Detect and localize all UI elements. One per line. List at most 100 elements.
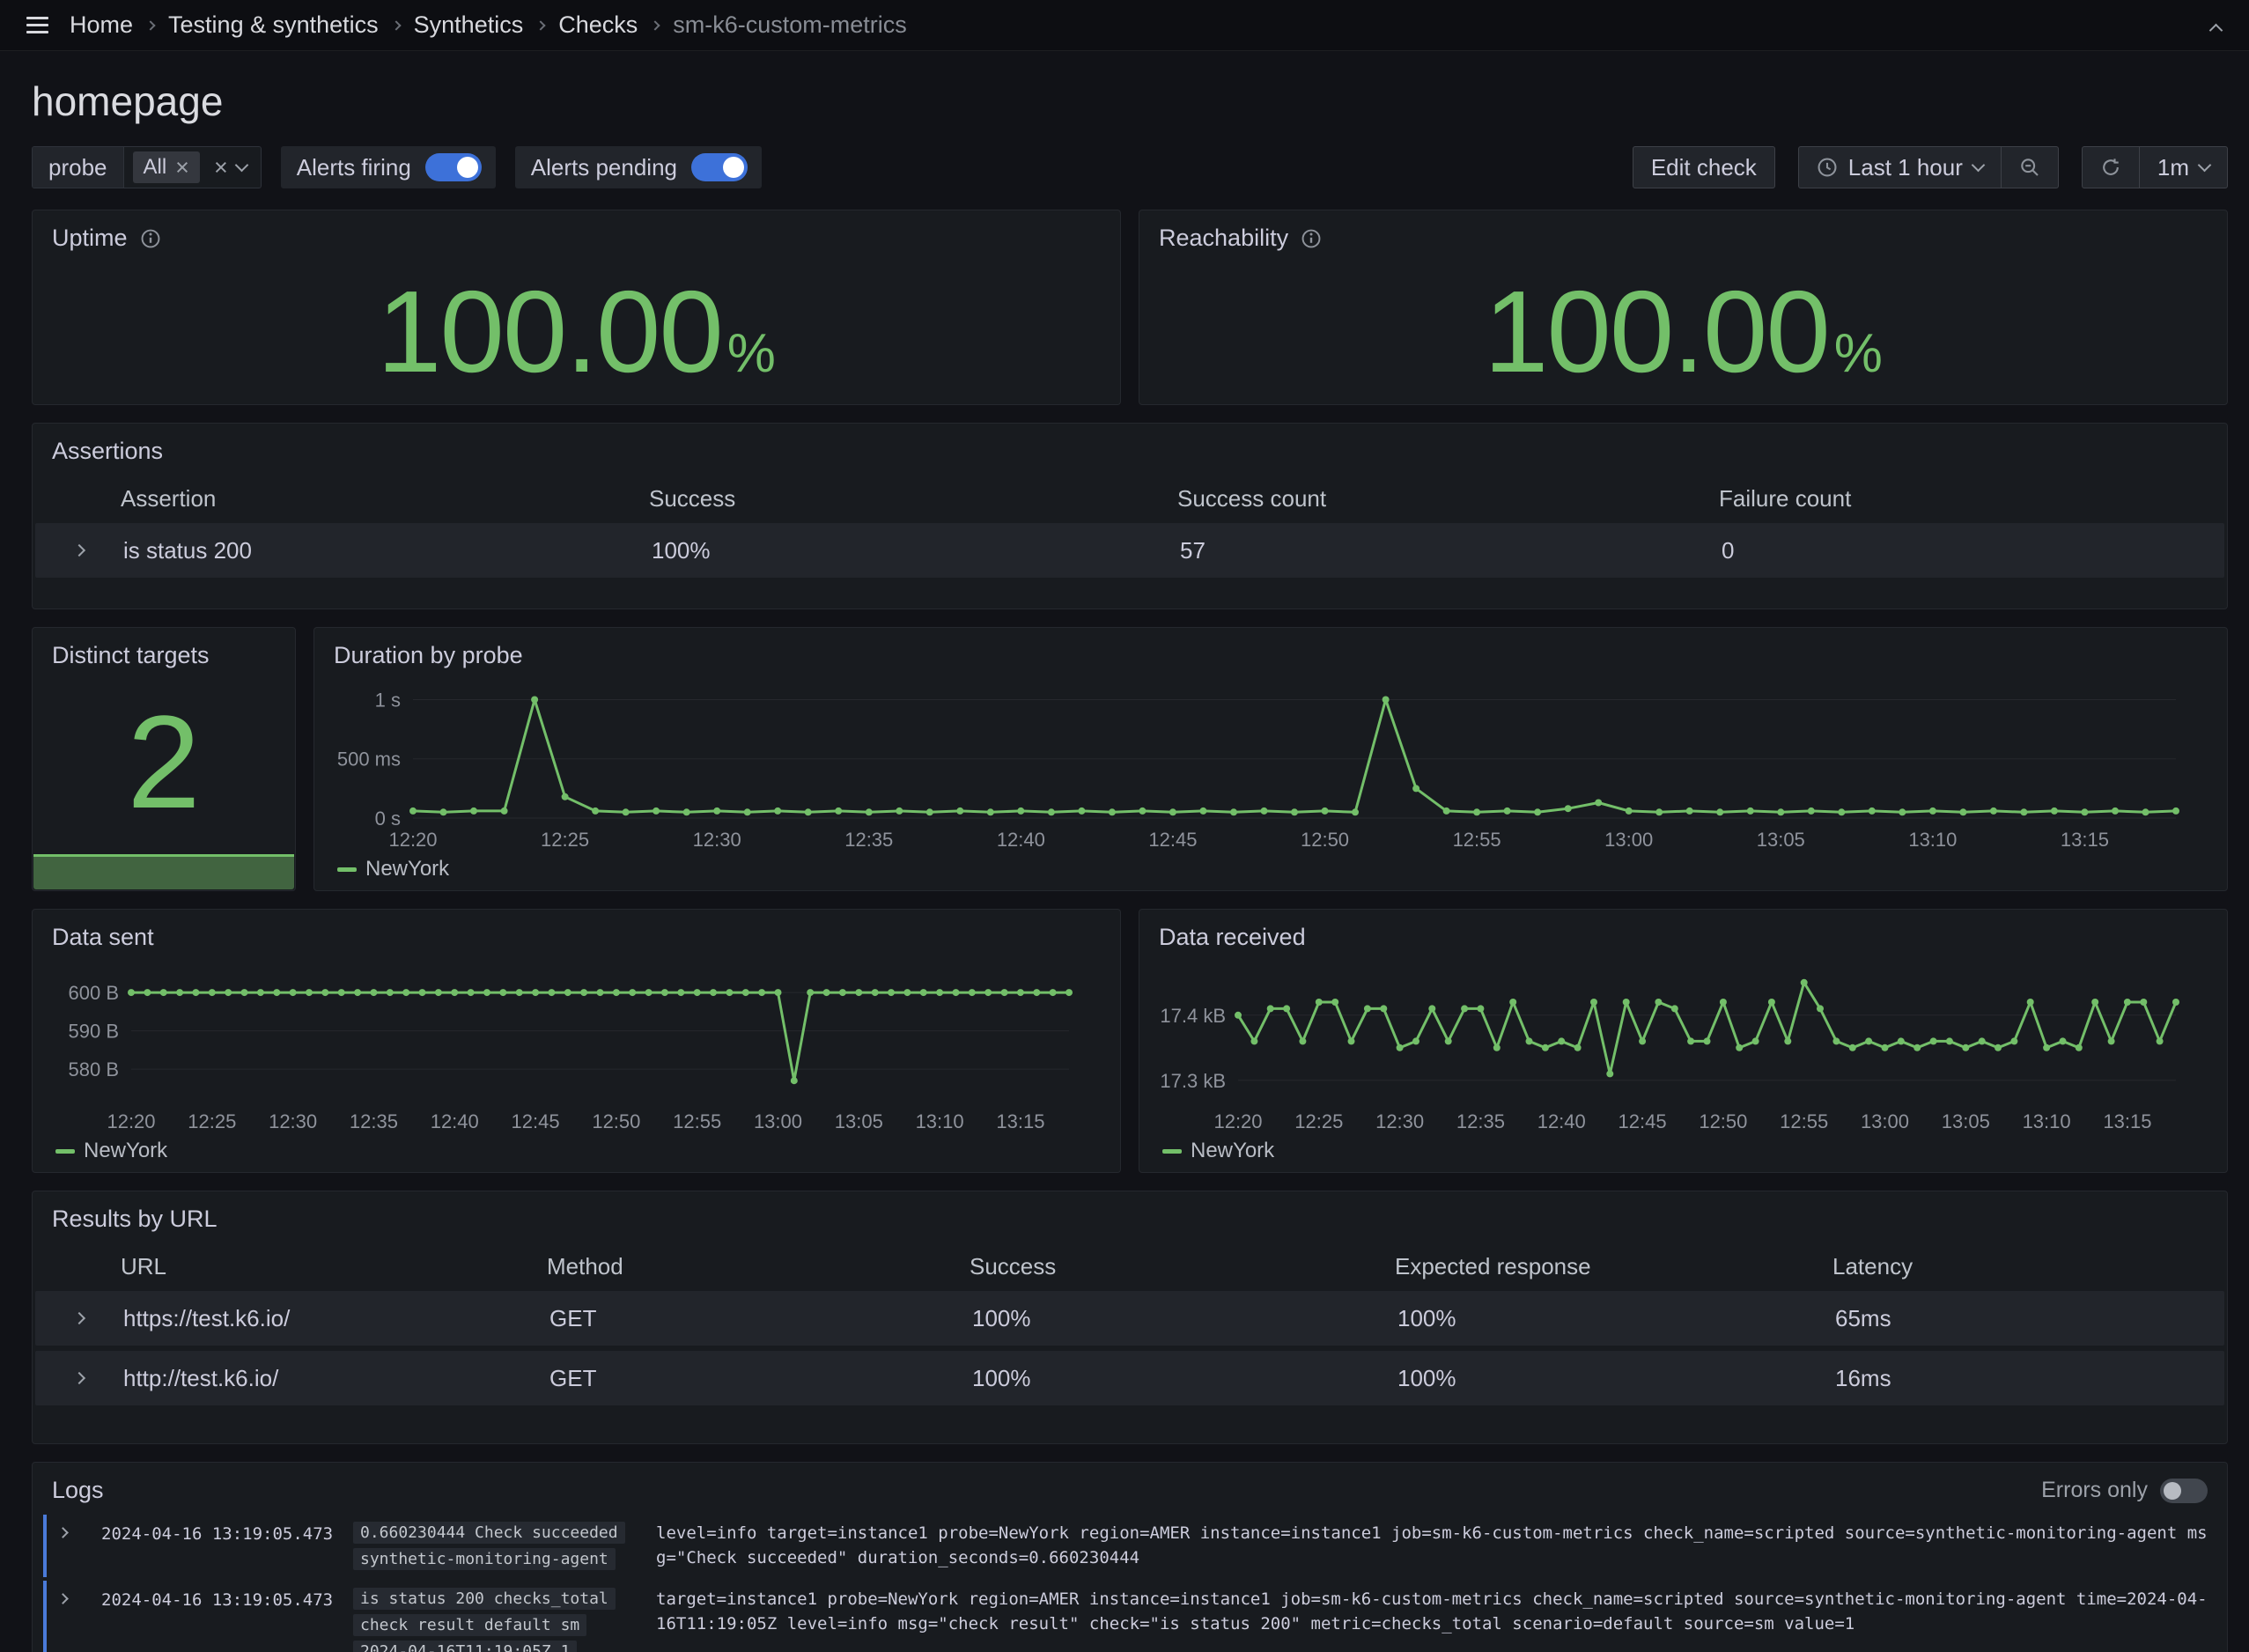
log-detected-fields: 0.660230444 Check succeededsynthetic-mon…: [353, 1522, 644, 1570]
breadcrumb-item[interactable]: Checks: [558, 11, 638, 39]
series-name[interactable]: NewYork: [1191, 1139, 1274, 1163]
panel-header: Results by URL: [33, 1191, 2227, 1242]
zoom-out-icon: [2019, 157, 2040, 178]
log-detected-fields: is status 200 checks_totalcheck result d…: [353, 1588, 644, 1652]
alerts-pending-control: Alerts pending: [515, 146, 762, 188]
chart-legend[interactable]: NewYork: [55, 1139, 167, 1163]
panel-title-text: Assertions: [52, 438, 163, 465]
assertions-table-row[interactable]: is status 200100%570: [35, 523, 2224, 578]
info-icon[interactable]: [1301, 228, 1322, 249]
svg-text:12:25: 12:25: [188, 1110, 236, 1132]
svg-text:12:50: 12:50: [1301, 829, 1349, 850]
svg-text:12:45: 12:45: [1619, 1110, 1667, 1132]
uptime-unit: %: [727, 322, 776, 385]
edit-check-button[interactable]: Edit check: [1633, 146, 1775, 188]
panel-header: Distinct targets: [33, 628, 295, 678]
logs-panel: Logs Errors only 2024-04-16 13:19:05.473…: [32, 1462, 2228, 1652]
expand-row-icon[interactable]: [73, 1372, 85, 1384]
svg-text:12:20: 12:20: [388, 829, 437, 850]
svg-text:12:35: 12:35: [844, 829, 893, 850]
panel-header: Duration by probe: [314, 628, 2227, 678]
cell-success: 100%: [652, 537, 1180, 564]
reachability-unit: %: [1834, 322, 1883, 385]
top-nav: Home Testing & synthetics Synthetics Checks…: [0, 0, 2249, 51]
svg-text:13:10: 13:10: [2023, 1110, 2071, 1132]
table-header: Assertion Success Success count Failure …: [33, 474, 2227, 523]
chart-canvas[interactable]: 17.3 kB17.4 kB12:2012:2512:3012:3512:401…: [1150, 959, 2216, 1132]
log-message: level=info target=instance1 probe=NewYor…: [656, 1522, 2216, 1570]
alerts-firing-toggle[interactable]: [425, 153, 482, 181]
expand-log-icon[interactable]: [57, 1527, 69, 1538]
uptime-panel: Uptime 100.00 %: [32, 210, 1121, 405]
duration-chart[interactable]: 0 s500 ms1 s12:2012:2512:3012:3512:4012:…: [325, 677, 2216, 850]
column-header: Method: [547, 1253, 970, 1280]
breadcrumb-item[interactable]: sm-k6-custom-metrics: [673, 11, 907, 39]
svg-text:13:00: 13:00: [1604, 829, 1653, 850]
time-range-picker[interactable]: Last 1 hour: [1798, 146, 2002, 188]
log-timestamp: 2024-04-16 13:19:05.473: [101, 1588, 341, 1613]
cell-url: https://test.k6.io/: [123, 1305, 549, 1332]
alerts-pending-toggle[interactable]: [691, 153, 748, 181]
breadcrumb-separator-icon: [145, 20, 155, 30]
info-icon[interactable]: [140, 228, 161, 249]
breadcrumb-item[interactable]: Home: [70, 11, 133, 39]
results-table-row[interactable]: https://test.k6.io/GET100%100%65ms: [35, 1291, 2224, 1346]
series-color-dash: [1162, 1149, 1182, 1154]
panel-header: Data received: [1139, 910, 2227, 960]
zoom-out-button[interactable]: [2001, 146, 2059, 188]
chart-canvas[interactable]: 0 s500 ms1 s12:2012:2512:3012:3512:4012:…: [325, 677, 2216, 850]
alerts-pending-label: Alerts pending: [515, 154, 677, 181]
series-name[interactable]: NewYork: [84, 1139, 167, 1163]
remove-value-icon[interactable]: ×: [175, 156, 189, 180]
svg-text:500 ms: 500 ms: [337, 749, 401, 771]
refresh-interval-picker[interactable]: 1m: [2139, 146, 2228, 188]
panel-header: Data sent: [33, 910, 1120, 960]
alerts-firing-label: Alerts firing: [281, 154, 411, 181]
series-color-dash: [55, 1149, 75, 1154]
chart-canvas[interactable]: 580 B590 B600 B12:2012:2512:3012:3512:40…: [43, 959, 1110, 1132]
log-timestamp: 2024-04-16 13:19:05.473: [101, 1522, 341, 1547]
log-row[interactable]: 2024-04-16 13:19:05.473 is status 200 che…: [43, 1581, 2216, 1652]
chevron-down-icon[interactable]: [234, 159, 248, 173]
column-header: Assertion: [121, 485, 649, 513]
results-table-row[interactable]: http://test.k6.io/GET100%100%16ms: [35, 1351, 2224, 1405]
panel-title-text: Data received: [1159, 924, 1306, 951]
probe-filter-value-chip[interactable]: All ×: [133, 151, 200, 183]
chart-legend[interactable]: NewYork: [1162, 1139, 1274, 1163]
expand-row-icon[interactable]: [73, 544, 85, 557]
chart-legend[interactable]: NewYork: [337, 857, 449, 881]
duration-by-probe-panel: Duration by probe 0 s500 ms1 s12:2012:25…: [313, 627, 2228, 891]
data-received-chart[interactable]: 17.3 kB17.4 kB12:2012:2512:3012:3512:401…: [1150, 959, 2216, 1132]
breadcrumb-separator-icon: [536, 20, 546, 30]
breadcrumb-item[interactable]: Synthetics: [414, 11, 524, 39]
clear-filter-icon[interactable]: ×: [214, 156, 228, 180]
menu-icon[interactable]: [26, 17, 48, 33]
breadcrumb-separator-icon: [391, 20, 401, 30]
svg-text:12:20: 12:20: [1213, 1110, 1262, 1132]
svg-text:13:05: 13:05: [1757, 829, 1805, 850]
expand-row-icon[interactable]: [73, 1312, 85, 1324]
svg-text:12:45: 12:45: [512, 1110, 560, 1132]
errors-only-label: Errors only: [2041, 1478, 2148, 1503]
svg-text:12:20: 12:20: [107, 1110, 155, 1132]
probe-filter[interactable]: probe All × ×: [32, 146, 262, 188]
log-field-chip: is status 200 checks_total: [353, 1588, 616, 1610]
svg-text:12:40: 12:40: [1537, 1110, 1586, 1132]
errors-only-toggle[interactable]: [2160, 1479, 2208, 1503]
chevron-up-icon[interactable]: [2209, 24, 2223, 38]
svg-text:17.3 kB: 17.3 kB: [1160, 1070, 1226, 1092]
svg-text:12:30: 12:30: [693, 829, 741, 850]
chevron-down-icon: [2198, 159, 2212, 173]
log-row[interactable]: 2024-04-16 13:19:05.473 0.660230444 Check…: [43, 1515, 2216, 1577]
chevron-down-icon: [1972, 159, 1986, 173]
svg-text:12:50: 12:50: [1699, 1110, 1747, 1132]
series-name[interactable]: NewYork: [365, 857, 449, 881]
panel-title-text: Results by URL: [52, 1206, 218, 1233]
data-sent-chart[interactable]: 580 B590 B600 B12:2012:2512:3012:3512:40…: [43, 959, 1110, 1132]
refresh-button[interactable]: [2082, 146, 2140, 188]
expand-log-icon[interactable]: [57, 1593, 69, 1604]
cell-success: 100%: [972, 1305, 1397, 1332]
panel-header: Reachability: [1139, 210, 2227, 261]
breadcrumb-item[interactable]: Testing & synthetics: [168, 11, 379, 39]
page-title: homepage: [32, 77, 2228, 125]
